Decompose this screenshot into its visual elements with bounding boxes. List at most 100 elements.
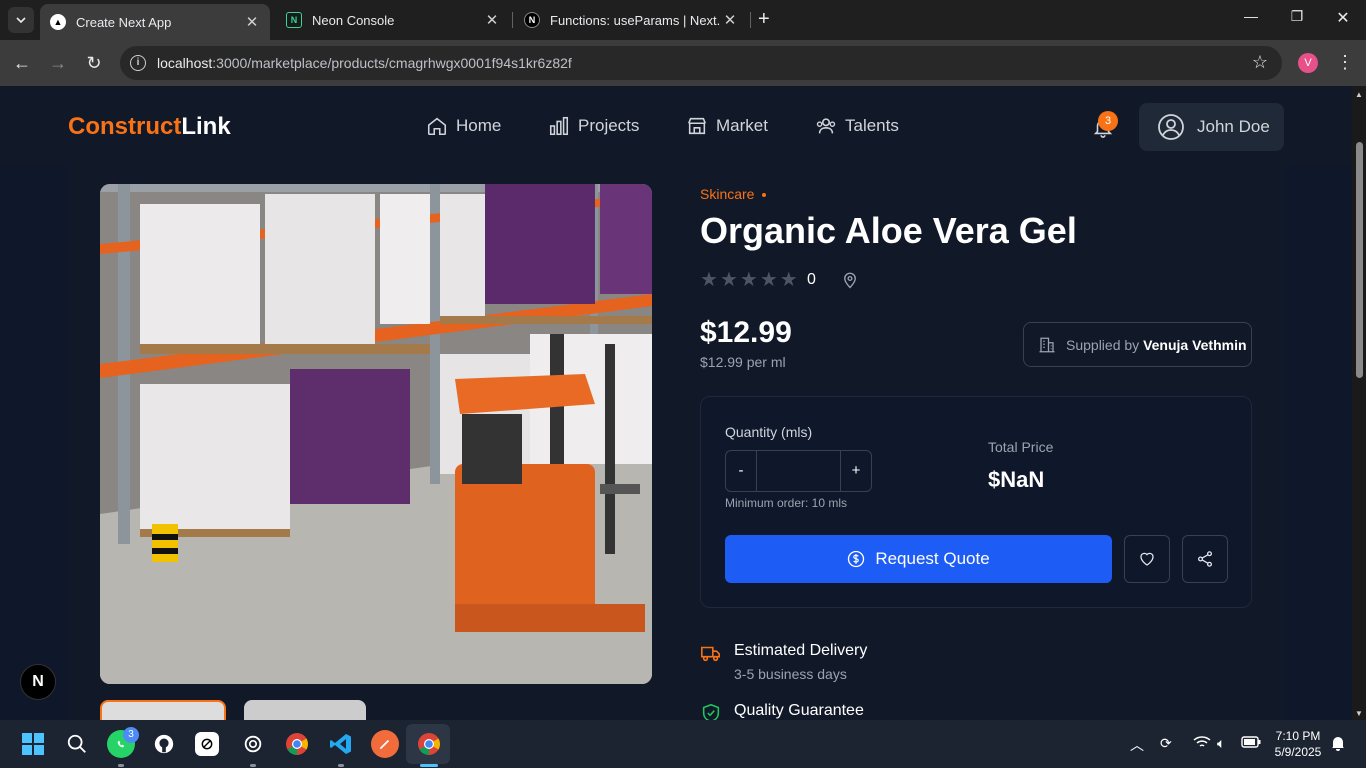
star-icon: ★	[739, 269, 758, 291]
forward-button[interactable]: →	[46, 51, 70, 75]
chrome-app-active[interactable]	[415, 730, 443, 758]
nextjs-dev-indicator[interactable]: N	[20, 664, 56, 700]
store-icon	[688, 117, 706, 135]
truck-icon	[701, 646, 721, 662]
user-menu-button[interactable]: John Doe	[1139, 103, 1284, 151]
users-icon	[816, 118, 836, 134]
browser-menu-icon[interactable]: ⋮	[1336, 52, 1354, 73]
github-icon	[154, 734, 174, 754]
tab-title: Neon Console	[312, 12, 395, 28]
running-indicator	[250, 764, 256, 767]
tab-use-params-docs[interactable]: N Functions: useParams | Next.js ✕	[514, 6, 748, 34]
minimize-button[interactable]: —	[1228, 8, 1274, 24]
new-tab-button[interactable]: +	[758, 8, 770, 31]
supplier-name: Venuja Vethmin	[1143, 336, 1247, 353]
quantity-input[interactable]	[756, 451, 841, 491]
supplier-card[interactable]: Supplied by Venuja Vethmin	[1023, 322, 1252, 367]
request-quote-button[interactable]: Request Quote	[725, 535, 1112, 583]
battery-glyph	[1241, 736, 1261, 748]
tab-separator	[512, 12, 513, 28]
logo-part-construct: Construct	[68, 113, 182, 140]
notifications-bell-icon[interactable]	[1331, 735, 1345, 754]
heart-icon	[1140, 552, 1154, 566]
quantity-label: Quantity (mls)	[725, 424, 813, 440]
maximize-button[interactable]: ❐	[1274, 8, 1320, 25]
location-pin-icon[interactable]	[841, 271, 859, 289]
close-window-button[interactable]: ✕	[1320, 8, 1366, 28]
start-button[interactable]	[19, 730, 47, 758]
cursor-icon	[201, 738, 213, 750]
battery-icon[interactable]	[1241, 735, 1261, 751]
scroll-down-arrow-icon[interactable]: ▼	[1355, 709, 1363, 718]
reload-button[interactable]: ↻	[82, 51, 106, 75]
star-icon: ★	[759, 269, 778, 291]
address-bar[interactable]: i localhost:3000/marketplace/products/cm…	[120, 46, 1282, 80]
nav-projects[interactable]: Projects	[548, 115, 639, 137]
feature-subtitle: 3-5 business days	[734, 666, 847, 682]
profile-avatar[interactable]: V	[1298, 53, 1318, 73]
wifi-icon[interactable]	[1193, 735, 1211, 752]
chrome-app[interactable]	[283, 730, 311, 758]
chevron-down-icon	[16, 17, 26, 24]
chatgpt-icon	[244, 735, 262, 753]
system-clock[interactable]: 7:10 PM 5/9/2025	[1270, 728, 1326, 760]
volume-icon[interactable]: 🔈︎	[1217, 735, 1225, 752]
home-icon	[427, 117, 447, 136]
tab-create-next-app[interactable]: ▲ Create Next App ✕	[40, 4, 270, 40]
nav-market[interactable]: Market	[686, 115, 768, 137]
back-button[interactable]: ←	[10, 51, 34, 75]
neon-icon: N	[286, 12, 302, 28]
bookmark-star-icon[interactable]: ☆	[1252, 52, 1268, 73]
share-button[interactable]	[1182, 535, 1228, 583]
increment-button[interactable]: +	[841, 451, 871, 491]
nav-label: Market	[716, 116, 768, 135]
nav-talents[interactable]: Talents	[815, 115, 899, 137]
site-info-icon[interactable]: i	[130, 55, 146, 71]
clock-date: 5/9/2025	[1274, 745, 1322, 759]
page-scrollbar[interactable]: ▲ ▼	[1352, 86, 1366, 720]
bar-chart-icon	[549, 116, 569, 136]
unit-price: $12.99 per ml	[700, 354, 786, 370]
star-icon: ★	[719, 269, 738, 291]
close-tab-icon[interactable]: ✕	[242, 13, 262, 31]
cursor-editor-app[interactable]	[195, 732, 219, 756]
github-app[interactable]	[150, 730, 178, 758]
order-box: Quantity (mls) - + Minimum order: 10 mls…	[700, 396, 1252, 608]
product-image[interactable]	[100, 184, 652, 684]
nav-home[interactable]: Home	[426, 115, 501, 137]
vercel-triangle-icon: ▲	[50, 14, 66, 30]
share-icon	[1197, 551, 1213, 567]
tab-neon-console[interactable]: N Neon Console ✕	[276, 6, 510, 34]
search-button[interactable]	[63, 730, 91, 758]
show-hidden-icons-icon[interactable]: ︿	[1130, 735, 1144, 755]
building-icon	[1039, 337, 1055, 352]
shield-check-icon	[702, 703, 720, 720]
supplier-text: Supplied by Venuja Vethmin	[1066, 337, 1247, 353]
product-category[interactable]: Skincare	[700, 186, 767, 202]
chrome-icon	[418, 733, 440, 755]
feature-title: Quality Guarantee	[734, 702, 864, 719]
favorite-button[interactable]	[1124, 535, 1170, 583]
postman-icon	[379, 739, 390, 750]
search-icon	[67, 734, 86, 753]
thumbnail-2[interactable]	[244, 700, 366, 720]
bell-glyph	[1332, 737, 1344, 751]
vscode-icon	[330, 734, 351, 754]
close-tab-icon[interactable]: ✕	[482, 11, 502, 29]
url-host: localhost	[157, 55, 213, 71]
thumbnail-1[interactable]	[100, 700, 226, 720]
decrement-button[interactable]: -	[726, 451, 756, 491]
vscode-app[interactable]	[327, 730, 355, 758]
tab-search-button[interactable]	[8, 7, 34, 33]
clock-time: 7:10 PM	[1275, 729, 1321, 743]
chatgpt-app[interactable]	[239, 730, 267, 758]
scroll-up-arrow-icon[interactable]: ▲	[1355, 90, 1363, 99]
feature-title: Estimated Delivery	[734, 642, 868, 659]
delivery-feature: Estimated Delivery 3-5 business days	[700, 642, 867, 682]
site-logo[interactable]: ConstructLink	[68, 113, 231, 141]
quantity-stepper: - +	[725, 450, 872, 492]
sync-icon[interactable]: ⟳	[1160, 735, 1172, 752]
scroll-thumb[interactable]	[1356, 142, 1363, 378]
close-tab-icon[interactable]: ✕	[720, 11, 740, 29]
postman-app[interactable]	[371, 730, 399, 758]
